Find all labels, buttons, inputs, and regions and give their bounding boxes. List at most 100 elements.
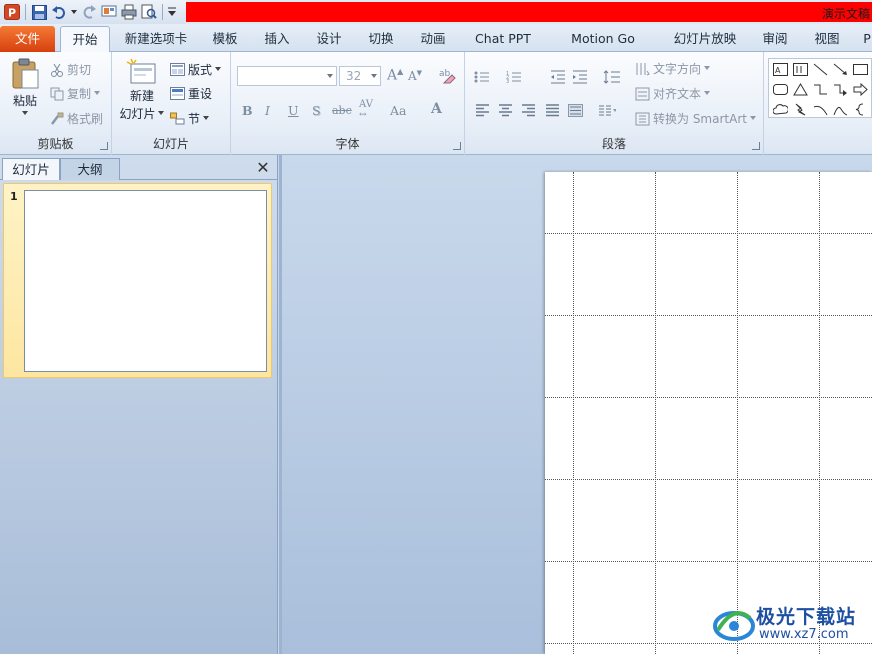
shrink-font-icon[interactable]: A▼ [408,69,422,83]
new-slide-button[interactable]: 新建 幻灯片 [118,58,166,122]
section-button[interactable]: 节 [170,110,210,127]
copy-label: 复制 [67,87,92,101]
font-color-icon[interactable]: A [431,101,442,117]
align-right-icon[interactable] [519,101,537,119]
copy-button[interactable]: 复制 [50,85,101,102]
right-arrow-shape-icon[interactable] [851,80,869,98]
cloud-shape-icon[interactable] [771,100,789,118]
tab-motion-go[interactable]: Motion Go [562,26,644,52]
align-left-icon[interactable] [473,101,491,119]
paste-label: 粘贴 [12,94,37,108]
format-painter-button[interactable]: 格式刷 [50,110,103,127]
tab-insert[interactable]: 插入 [256,26,298,52]
ribbon-home: 粘贴 剪切 复制 格式刷 剪贴板 新建 幻灯片 版式 重设 节 幻灯片 32 A… [0,52,872,155]
paste-dropdown-icon [21,111,28,115]
watermark-title: 极光下载站 [756,606,857,628]
slides-group: 新建 幻灯片 版式 重设 节 幻灯片 [112,52,231,155]
align-text-icon [635,87,650,100]
numbering-icon[interactable]: 123 [505,68,523,86]
slideshow-from-start-icon[interactable] [100,3,118,21]
align-center-icon[interactable] [496,101,514,119]
slide-thumbnail-item[interactable]: 1 [3,183,272,378]
tab-templates[interactable]: 模板 [204,26,246,52]
text-box-shape-icon[interactable]: A [771,60,789,78]
text-direction-dropdown-icon [704,66,711,70]
decrease-indent-icon[interactable] [549,68,567,86]
font-size-combo[interactable]: 32 [339,66,381,86]
powerpoint-app-icon[interactable]: P [3,3,21,21]
undo-dropdown-icon[interactable] [70,3,78,21]
tab-new-tab[interactable]: 新建选项卡 [118,26,194,52]
brace-shape-icon[interactable] [851,100,869,118]
line-shape-icon[interactable] [811,60,829,78]
rounded-rectangle-shape-icon[interactable] [771,80,789,98]
document-title: 演示文稿 [821,7,870,21]
paintbrush-icon [51,112,64,125]
clipboard-launcher-icon[interactable] [100,142,108,150]
cut-button[interactable]: 剪切 [50,61,91,78]
quick-access-toolbar: P [0,0,186,24]
undo-icon[interactable] [50,3,68,21]
tab-slides-pane[interactable]: 幻灯片 [2,158,60,180]
customize-qat-icon[interactable] [167,3,177,21]
font-group-label: 字体 [335,137,360,151]
grow-font-icon[interactable]: A▲ [387,67,403,84]
bold-icon[interactable]: B [242,103,253,118]
clear-formatting-icon[interactable]: ab [438,66,456,87]
font-group: 32 A▲ A▼ ab B I U S abc AV ↔ Aa A 字体 [231,52,465,155]
text-direction-label: 文字方向 [653,62,702,76]
tab-partial[interactable]: P [860,26,872,52]
vertical-text-box-shape-icon[interactable] [791,60,809,78]
font-launcher-icon[interactable] [453,142,461,150]
line-spacing-icon[interactable] [603,68,621,86]
paragraph-launcher-icon[interactable] [752,142,760,150]
layout-button[interactable]: 版式 [170,61,222,78]
print-preview-icon[interactable] [140,3,158,21]
paste-button[interactable]: 粘贴 [6,58,44,116]
close-pane-icon[interactable]: ✕ [254,159,272,177]
triangle-shape-icon[interactable] [791,80,809,98]
italic-icon[interactable]: I [265,103,270,118]
curve-shape-icon[interactable] [831,100,849,118]
tab-slide-show[interactable]: 幻灯片放映 [666,26,744,52]
tab-home[interactable]: 开始 [60,26,110,53]
pane-tabs: 幻灯片 大纲 ✕ [0,158,278,180]
arrow-shape-icon[interactable] [831,60,849,78]
rectangle-shape-icon[interactable] [851,60,869,78]
slide-thumbnail[interactable] [24,190,267,372]
tab-chat-ppt[interactable]: Chat PPT [468,26,538,52]
strikethrough-icon[interactable]: abc [332,104,352,117]
save-icon[interactable] [30,3,48,21]
tab-file[interactable]: 文件 [0,26,55,52]
elbow-arrow-shape-icon[interactable] [831,80,849,98]
lightning-shape-icon[interactable] [791,100,809,118]
elbow-connector-shape-icon[interactable] [811,80,829,98]
distributed-align-icon[interactable] [566,101,584,119]
increase-indent-icon[interactable] [571,68,589,86]
reset-label: 重设 [188,87,213,101]
justify-icon[interactable] [543,101,561,119]
paragraph-group-label: 段落 [601,137,626,151]
tab-review[interactable]: 审阅 [756,26,794,52]
tab-view[interactable]: 视图 [808,26,846,52]
character-spacing-icon[interactable]: AV ↔ [359,100,373,121]
convert-smartart-button[interactable]: 转换为 SmartArt [635,110,757,127]
reset-button[interactable]: 重设 [170,85,212,102]
layout-icon [170,63,185,76]
arc-shape-icon[interactable] [811,100,829,118]
columns-icon[interactable] [598,101,616,119]
tab-outline-pane[interactable]: 大纲 [60,158,120,180]
text-shadow-icon[interactable]: S [312,103,321,118]
change-case-icon[interactable]: Aa [390,103,406,118]
tab-animations[interactable]: 动画 [412,26,454,52]
text-direction-button[interactable]: 文字方向 [635,60,711,77]
bullets-icon[interactable] [473,68,491,86]
tab-transitions[interactable]: 切换 [360,26,402,52]
align-text-button[interactable]: 对齐文本 [635,85,711,102]
redo-icon[interactable] [80,3,98,21]
print-icon[interactable] [120,3,138,21]
tab-design[interactable]: 设计 [308,26,350,52]
slide-canvas[interactable] [545,172,872,654]
underline-icon[interactable]: U [288,103,299,118]
font-name-combo[interactable] [237,66,337,86]
